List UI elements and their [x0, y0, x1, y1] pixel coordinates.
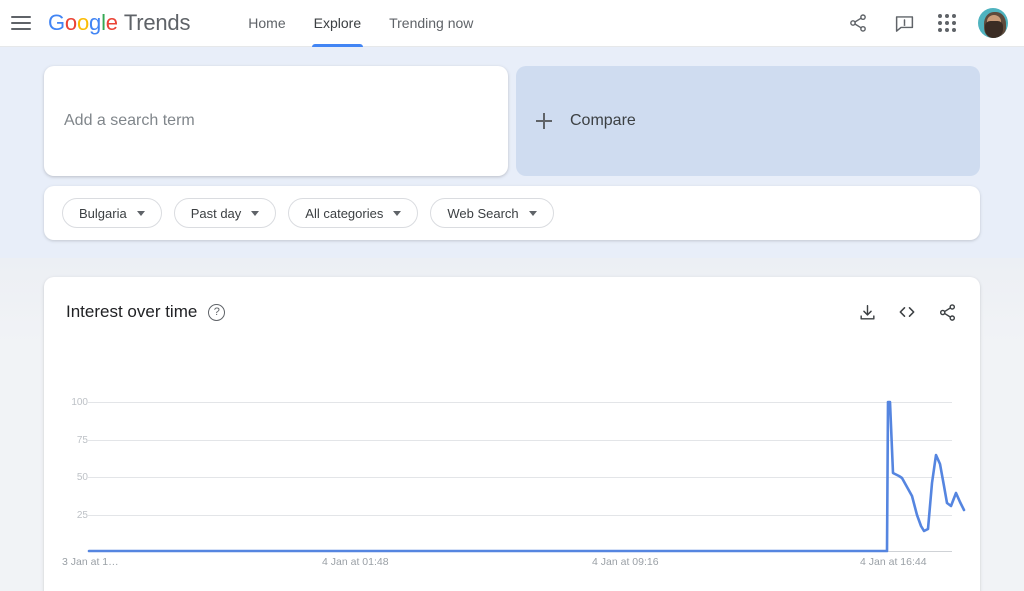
- chart-series-line: [87, 400, 966, 553]
- y-tick-25: 25: [76, 510, 88, 521]
- y-tick-50: 50: [76, 472, 88, 483]
- nav-item-home[interactable]: Home: [234, 0, 299, 47]
- avatar-beard: [985, 21, 1003, 38]
- main-nav: Home Explore Trending now: [234, 0, 487, 47]
- logo-letter-g2: g: [89, 10, 102, 35]
- google-trends-logo[interactable]: Google Trends: [48, 10, 190, 36]
- plus-icon: [536, 113, 552, 129]
- interest-over-time-chart: 100 75 50 25 3 Jan at 1… 4 Jan at 01:48 …: [44, 277, 980, 591]
- search-input[interactable]: Add a search term: [44, 66, 508, 176]
- y-tick-75: 75: [76, 435, 88, 446]
- logo-letter-g: G: [48, 10, 65, 35]
- x-tick-0: 3 Jan at 1…: [62, 556, 119, 568]
- chevron-down-icon: [393, 210, 402, 216]
- x-tick-1: 4 Jan at 01:48: [322, 556, 389, 568]
- filter-chip-time-range-label: Past day: [190, 205, 242, 221]
- compare-button[interactable]: Compare: [516, 66, 980, 176]
- filter-chip-category-label: All categories: [305, 205, 384, 221]
- app-header: Google Trends Home Explore Trending now: [0, 0, 1024, 47]
- share-icon[interactable]: [846, 11, 870, 35]
- chart-gridlines: [88, 402, 952, 552]
- avatar[interactable]: [978, 8, 1008, 38]
- search-placeholder: Add a search term: [64, 112, 195, 129]
- logo-letter-o2: o: [76, 10, 90, 35]
- logo-product-name: Trends: [123, 10, 191, 35]
- x-tick-2: 4 Jan at 09:16: [592, 556, 659, 568]
- filter-chip-time-range[interactable]: Past day: [173, 198, 277, 228]
- filter-chip-location[interactable]: Bulgaria: [62, 198, 162, 228]
- interest-over-time-card: Interest over time ? 100 75 50 25 3 Jan …: [44, 277, 980, 591]
- apps-grid-icon[interactable]: [938, 14, 956, 32]
- chevron-down-icon: [251, 210, 260, 216]
- logo-letter-o1: o: [64, 10, 77, 35]
- filter-bar: Bulgaria Past day All categories Web Sea…: [44, 186, 980, 240]
- chevron-down-icon: [136, 210, 145, 216]
- y-tick-100: 100: [71, 397, 88, 408]
- nav-item-explore[interactable]: Explore: [300, 0, 375, 47]
- chevron-down-icon: [528, 210, 537, 216]
- filter-chip-location-label: Bulgaria: [79, 205, 127, 221]
- google-trends-page: Google Trends Home Explore Trending now: [0, 0, 1024, 591]
- hamburger-icon[interactable]: [10, 14, 32, 32]
- filter-chip-category[interactable]: All categories: [288, 198, 419, 228]
- feedback-icon[interactable]: [892, 11, 916, 35]
- filter-chip-search-type[interactable]: Web Search: [430, 198, 554, 228]
- compare-label: Compare: [570, 112, 636, 129]
- chart-svg: [87, 400, 966, 553]
- nav-item-trending-now[interactable]: Trending now: [375, 0, 487, 47]
- x-tick-3: 4 Jan at 16:44: [860, 556, 927, 568]
- logo-letter-e: e: [105, 10, 118, 35]
- filter-chip-search-type-label: Web Search: [447, 205, 519, 221]
- header-actions: [846, 8, 1024, 38]
- search-row: Add a search term Compare: [44, 66, 980, 176]
